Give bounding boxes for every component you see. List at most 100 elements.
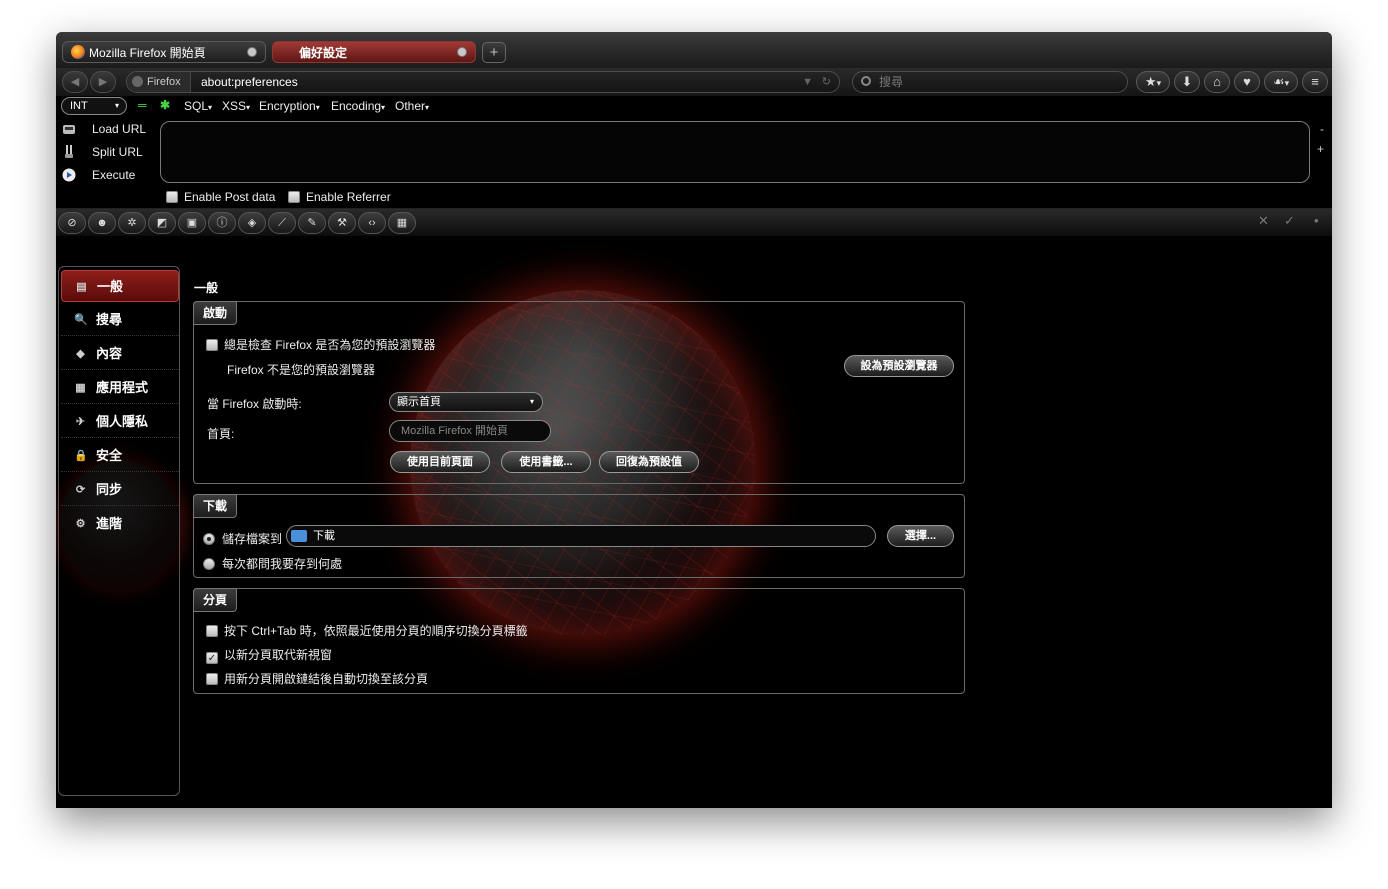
search-input[interactable]: 搜尋 [852, 71, 1128, 93]
category-advanced[interactable]: ⚙ 進階 [61, 508, 179, 540]
use-current-pages-button[interactable]: 使用目前頁面 [390, 451, 490, 473]
category-sync[interactable]: ⟳ 同步 [61, 474, 179, 506]
set-default-button[interactable]: 設為預設瀏覽器 [844, 355, 954, 377]
new-windows-in-tabs-checkbox[interactable]: 以新分頁取代新視窗 [206, 646, 332, 664]
bookmark-button[interactable]: ★▾ [1136, 71, 1170, 93]
new-tab-button[interactable]: + [482, 42, 506, 63]
split-url-icon [65, 145, 73, 158]
caret-icon: ▾ [208, 103, 213, 112]
options-icon[interactable]: ▦ [388, 212, 416, 234]
radio-button[interactable] [203, 533, 215, 545]
back-button[interactable]: ◀ [62, 71, 88, 93]
reload-icon[interactable]: ↻ [822, 72, 831, 92]
enable-referrer-checkbox[interactable]: Enable Referrer [288, 190, 391, 206]
startup-page-select[interactable]: 顯示首頁 ▾ [389, 392, 543, 412]
choose-folder-button[interactable]: 選擇... [887, 525, 954, 547]
menu-other[interactable]: Other▾ [395, 99, 429, 113]
tab-title: 偏好設定 [299, 45, 348, 60]
download-button[interactable]: ⬇ [1174, 71, 1200, 93]
check-default-checkbox[interactable]: 總是檢查 Firefox 是否為您的預設瀏覽器 [206, 336, 435, 353]
category-label: 進階 [96, 516, 123, 531]
download-folder-name: 下載 [313, 530, 335, 542]
execute-label: Execute [92, 168, 136, 182]
url-text[interactable]: about:preferences [201, 72, 298, 92]
caret-icon: ▾ [246, 103, 251, 112]
hackbar-url-textarea[interactable] [160, 121, 1310, 183]
category-general[interactable]: ▤ 一般 [61, 270, 179, 302]
switch-to-new-tab-checkbox[interactable]: 用新分頁開啟鏈結後自動切換至該分頁 [206, 670, 428, 687]
pocket-button[interactable]: ♥ [1234, 71, 1260, 93]
checkbox-box[interactable] [166, 191, 178, 203]
css-icon[interactable]: ✲ [118, 212, 146, 234]
load-url-label: Load URL [92, 122, 147, 136]
increment-icon[interactable]: ✱ [160, 98, 170, 112]
firefox-window: Mozilla Firefox 開始頁 偏好設定 + ◀ ▶ Firefox a… [56, 32, 1332, 808]
information-icon[interactable]: ⓘ [208, 212, 236, 234]
category-security[interactable]: 🔒 安全 [61, 440, 179, 472]
save-to-radio[interactable]: 儲存檔案到 [203, 530, 282, 547]
preferences-content: ▤ 一般 🔍 搜尋 ◆ 內容 ▦ 應用程式 ✈ 個人隱私 🔒 安全 ⟳ 同步 ⚙ 進階 一般 啟… [56, 236, 1332, 808]
category-content[interactable]: ◆ 內容 [61, 338, 179, 370]
images-icon[interactable]: ▣ [178, 212, 206, 234]
disable-icon[interactable]: ⊘ [58, 212, 86, 234]
close-tab-icon[interactable] [457, 47, 467, 57]
decrement-icon[interactable]: ═ [138, 98, 147, 112]
expand-textarea-button[interactable]: + [1317, 142, 1324, 156]
homepage-input[interactable]: Mozilla Firefox 開始頁 [389, 420, 551, 442]
tab-preferences[interactable]: 偏好設定 [272, 41, 476, 63]
category-search[interactable]: 🔍 搜尋 [61, 304, 179, 336]
load-url-button[interactable]: Load URL [60, 119, 160, 139]
resize-icon[interactable]: ✎ [298, 212, 326, 234]
outline-icon[interactable]: ⟋ [268, 212, 296, 234]
tools-icon[interactable]: ⚒ [328, 212, 356, 234]
close-tab-icon[interactable] [247, 47, 257, 57]
menu-button[interactable]: ≡ [1302, 71, 1328, 93]
forms-icon[interactable]: ◩ [148, 212, 176, 234]
category-label: 一般 [97, 279, 124, 294]
category-label: 同步 [96, 482, 123, 497]
execute-button[interactable]: Execute [60, 165, 160, 185]
identity-box[interactable]: Firefox [127, 72, 191, 92]
pane-title: 一般 [194, 281, 219, 295]
checkbox-box[interactable] [206, 652, 218, 664]
forward-button[interactable]: ▶ [90, 71, 116, 93]
url-dropdown-icon[interactable]: ▼ [802, 72, 813, 92]
addon-icon-toolbar: ⊘ ☻ ✲ ◩ ▣ ⓘ ◈ ⟋ ✎ ⚒ ‹› ▦ ✕ ✓ • [56, 208, 1332, 236]
checkbox-box[interactable] [206, 339, 218, 351]
cookies-icon[interactable]: ☻ [88, 212, 116, 234]
menu-encoding[interactable]: Encoding▾ [331, 99, 385, 113]
shrink-textarea-button[interactable]: - [1320, 122, 1324, 136]
execute-icon [62, 168, 76, 182]
view-source-icon[interactable]: ‹› [358, 212, 386, 234]
ctrl-tab-checkbox[interactable]: 按下 Ctrl+Tab 時，依照最近使用分頁的順序切換分頁標籤 [206, 622, 528, 639]
category-applications[interactable]: ▦ 應用程式 [61, 372, 179, 404]
enable-post-checkbox[interactable]: Enable Post data [166, 190, 275, 206]
dot-icon[interactable]: • [1314, 213, 1319, 228]
homepage-label: 首頁: [207, 427, 235, 441]
home-button[interactable]: ⌂ [1204, 71, 1230, 93]
menu-sql[interactable]: SQL▾ [184, 99, 212, 113]
download-folder-field[interactable]: 下載 [286, 525, 876, 547]
checkbox-box[interactable] [288, 191, 300, 203]
category-privacy[interactable]: ✈ 個人隱私 [61, 406, 179, 438]
save-to-label: 儲存檔案到 [222, 532, 283, 546]
identity-label: Firefox [147, 76, 181, 88]
tab-firefox-start[interactable]: Mozilla Firefox 開始頁 [62, 41, 266, 63]
checkbox-box[interactable] [206, 625, 218, 637]
checkbox-box[interactable] [206, 673, 218, 685]
checkmark-icon[interactable]: ✓ [1284, 213, 1295, 229]
miscellaneous-icon[interactable]: ◈ [238, 212, 266, 234]
restore-default-button[interactable]: 回復為預設值 [599, 451, 699, 473]
close-icon[interactable]: ✕ [1258, 213, 1269, 229]
search-icon [861, 76, 871, 86]
use-bookmark-button[interactable]: 使用書籤... [501, 451, 591, 473]
split-url-button[interactable]: Split URL [60, 142, 160, 162]
radio-button[interactable] [203, 558, 215, 570]
group-caption: 啟動 [193, 301, 238, 325]
menu-xss[interactable]: XSS▾ [222, 99, 250, 113]
url-bar[interactable]: Firefox about:preferences ▼ ↻ [126, 71, 840, 93]
int-select[interactable]: INT ▾ [61, 97, 127, 115]
extension-button[interactable]: ☙▾ [1264, 71, 1298, 93]
always-ask-radio[interactable]: 每次都問我要存到何處 [203, 555, 342, 572]
menu-encryption[interactable]: Encryption▾ [259, 99, 320, 113]
